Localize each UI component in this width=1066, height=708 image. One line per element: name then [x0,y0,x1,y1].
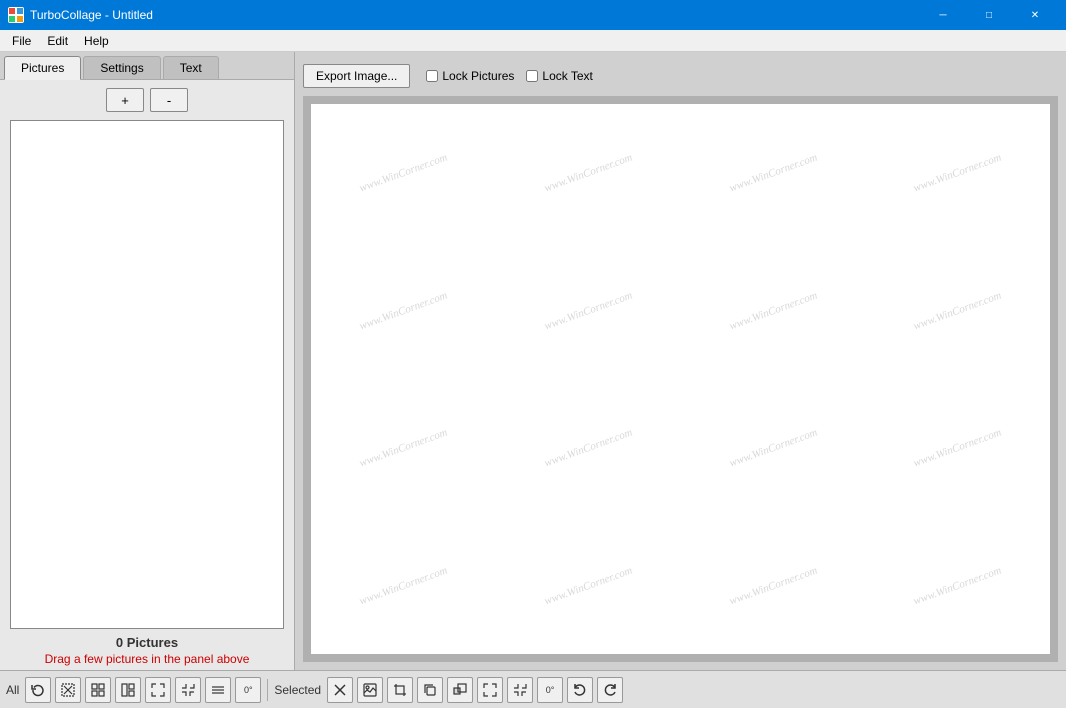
move-front-button[interactable] [447,677,473,703]
watermark-16: www.WinCorner.com [847,489,1050,654]
right-panel: Export Image... Lock Pictures Lock Text … [295,52,1066,670]
tab-pictures[interactable]: Pictures [4,56,81,80]
selected-label: Selected [274,683,321,697]
canvas-area: www.WinCorner.com www.WinCorner.com www.… [303,96,1058,662]
watermark-4: www.WinCorner.com [847,104,1050,269]
bottom-toolbar: All [0,670,1066,708]
pictures-count: 0 Pictures [4,635,290,650]
mosaic-layout-button[interactable] [115,677,141,703]
watermark-11: www.WinCorner.com [663,352,884,544]
select-all-button[interactable] [55,677,81,703]
delete-selected-button[interactable] [327,677,353,703]
panel-buttons: + - [0,80,294,120]
compress-all-button[interactable] [175,677,201,703]
lock-text-checkbox[interactable] [526,70,538,82]
expand-all-button[interactable] [145,677,171,703]
redo-button[interactable] [597,677,623,703]
watermark-13: www.WinCorner.com [311,489,514,654]
duplicate-selected-button[interactable] [417,677,443,703]
menu-edit[interactable]: Edit [39,32,76,50]
canvas[interactable]: www.WinCorner.com www.WinCorner.com www.… [311,104,1050,654]
watermark-2: www.WinCorner.com [478,104,699,269]
left-panel: Pictures Settings Text + - 0 Pictures Dr… [0,52,295,670]
add-picture-button[interactable]: + [106,88,144,112]
maximize-button[interactable]: □ [966,0,1012,30]
watermark-9: www.WinCorner.com [311,352,514,544]
remove-picture-button[interactable]: - [150,88,188,112]
lock-text-label[interactable]: Lock Text [526,69,592,83]
menu-file[interactable]: File [4,32,39,50]
app-icon [8,7,24,23]
export-button[interactable]: Export Image... [303,64,410,88]
expand-selected-button[interactable] [477,677,503,703]
watermark-8: www.WinCorner.com [847,214,1050,406]
watermark-15: www.WinCorner.com [663,489,884,654]
pictures-hint: Drag a few pictures in the panel above [4,652,290,666]
menu-bar: File Edit Help [0,30,1066,52]
rotate-selected-button[interactable]: 0° [537,677,563,703]
lock-text-text: Lock Text [542,69,592,83]
title-bar: TurboCollage - Untitled ─ □ ✕ [0,0,1066,30]
tab-settings[interactable]: Settings [83,56,160,79]
grid-layout-button[interactable] [85,677,111,703]
toolbar-separator-1 [267,679,268,701]
window-controls: ─ □ ✕ [920,0,1058,30]
all-label: All [6,683,19,697]
watermark-14: www.WinCorner.com [478,489,699,654]
watermark-grid: www.WinCorner.com www.WinCorner.com www.… [311,104,1050,654]
reset-all-button[interactable] [25,677,51,703]
watermark-6: www.WinCorner.com [478,214,699,406]
align-horiz-button[interactable] [205,677,231,703]
watermark-5: www.WinCorner.com [311,214,514,406]
window-title: TurboCollage - Untitled [30,8,920,22]
watermark-3: www.WinCorner.com [663,104,884,269]
compress-selected-button[interactable] [507,677,533,703]
minimize-button[interactable]: ─ [920,0,966,30]
tab-bar: Pictures Settings Text [0,52,294,80]
menu-help[interactable]: Help [76,32,117,50]
watermark-12: www.WinCorner.com [847,352,1050,544]
watermark-1: www.WinCorner.com [311,104,514,269]
tab-text[interactable]: Text [163,56,219,79]
close-button[interactable]: ✕ [1012,0,1058,30]
undo-button[interactable] [567,677,593,703]
main-content: Pictures Settings Text + - 0 Pictures Dr… [0,52,1066,670]
image-selected-button[interactable] [357,677,383,703]
lock-pictures-text: Lock Pictures [442,69,514,83]
lock-pictures-checkbox[interactable] [426,70,438,82]
watermark-10: www.WinCorner.com [478,352,699,544]
crop-selected-button[interactable] [387,677,413,703]
lock-pictures-label[interactable]: Lock Pictures [426,69,514,83]
watermark-7: www.WinCorner.com [663,214,884,406]
lock-group: Lock Pictures Lock Text [426,69,593,83]
rotate-all-button[interactable]: 0° [235,677,261,703]
pictures-list[interactable] [10,120,284,629]
pictures-count-area: 0 Pictures Drag a few pictures in the pa… [0,629,294,670]
toolbar: Export Image... Lock Pictures Lock Text [303,60,1058,96]
